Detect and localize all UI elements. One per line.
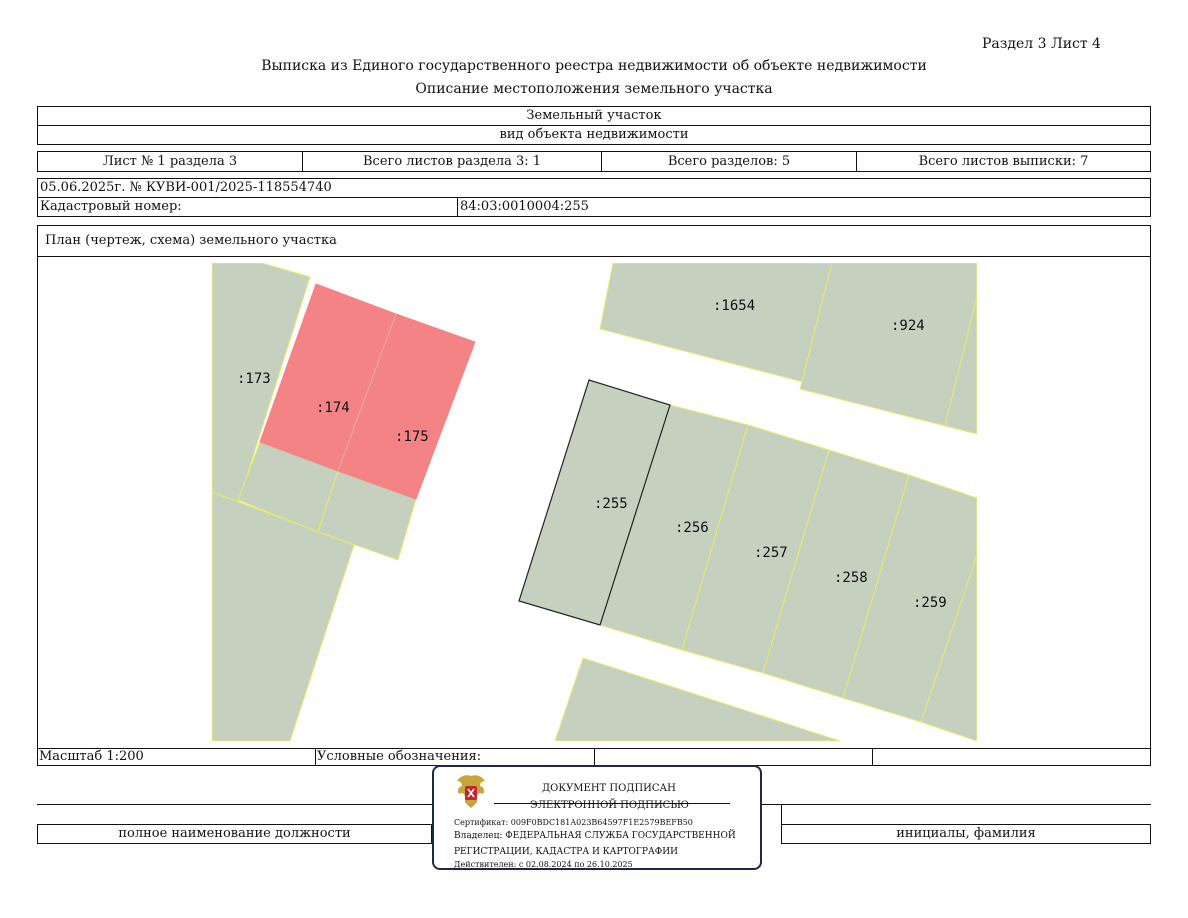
parcel-1654 bbox=[599, 263, 833, 383]
stamp-line2: ЭЛЕКТРОННОЙ ПОДПИСЬЮ bbox=[530, 800, 689, 811]
stamp-owner: Владелец: ФЕДЕРАЛЬНАЯ СЛУЖБА ГОСУДАРСТВЕ… bbox=[454, 831, 736, 841]
name-caption: инициалы, фамилия bbox=[781, 824, 1151, 844]
stamp-line1: ДОКУМЕНТ ПОДПИСАН bbox=[542, 783, 676, 794]
legend-label: Условные обозначения: bbox=[315, 748, 595, 766]
parcel-924 bbox=[799, 263, 977, 435]
electronic-signature-stamp: ДОКУМЕНТ ПОДПИСАН ЭЛЕКТРОННОЙ ПОДПИСЬЮ С… bbox=[432, 765, 762, 870]
legend-cell-2 bbox=[594, 748, 873, 766]
legend-cell-3 bbox=[872, 748, 1151, 766]
signature-line-right bbox=[762, 804, 1151, 805]
stamp-validity: Действителен: с 02.08.2024 по 26.10.2025 bbox=[454, 860, 633, 869]
label-173: :173 bbox=[237, 371, 271, 387]
signature-line-left bbox=[37, 804, 432, 805]
stamp-owner2: РЕГИСТРАЦИИ, КАДАСТРА И КАРТОГРАФИИ bbox=[454, 847, 678, 857]
scale: Масштаб 1:200 bbox=[37, 748, 316, 766]
label-175: :175 bbox=[395, 429, 429, 445]
label-257: :257 bbox=[754, 545, 788, 561]
label-259: :259 bbox=[913, 595, 947, 611]
signature-separator bbox=[781, 804, 782, 825]
label-174: :174 bbox=[316, 400, 350, 416]
stamp-certificate: Сертификат: 009F0BDC181A023B64597F1E2579… bbox=[454, 818, 693, 827]
position-caption: полное наименование должности bbox=[37, 824, 432, 844]
label-258: :258 bbox=[834, 570, 868, 586]
label-256: :256 bbox=[675, 520, 709, 536]
label-924: :924 bbox=[891, 318, 925, 334]
coat-of-arms-icon bbox=[457, 775, 485, 808]
label-1654: :1654 bbox=[713, 298, 755, 314]
label-255: :255 bbox=[594, 496, 628, 512]
